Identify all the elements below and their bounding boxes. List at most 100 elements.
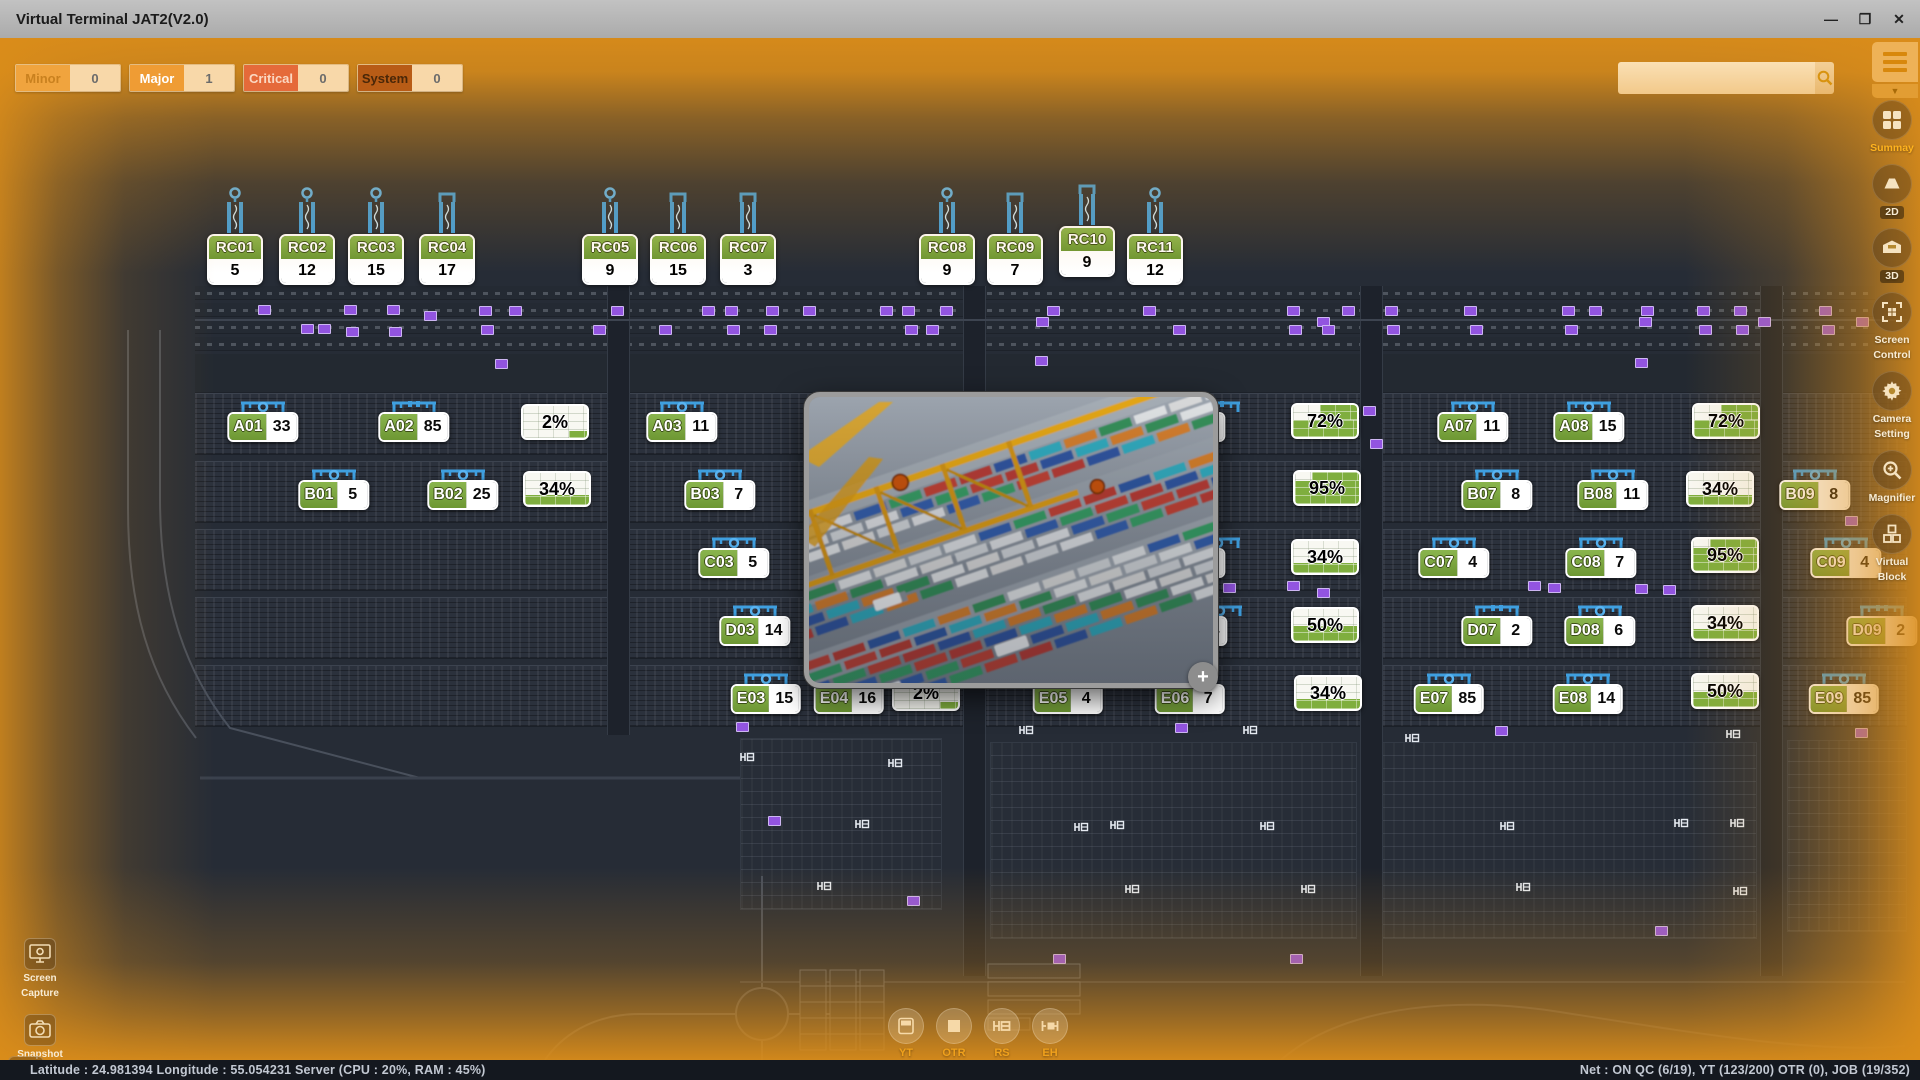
block-badge-B09[interactable]: B098 xyxy=(1779,480,1850,510)
truck-marker xyxy=(1385,306,1398,316)
block-badge-B03[interactable]: B037 xyxy=(684,480,755,510)
left-tool-snapshot-button[interactable] xyxy=(24,1014,56,1046)
block-id-label: B09 xyxy=(1781,482,1818,508)
screen-control-icon xyxy=(1880,300,1904,324)
block-badge-A01[interactable]: A0133 xyxy=(227,412,298,442)
close-button[interactable]: ✕ xyxy=(1884,6,1914,32)
block-badge-E04[interactable]: E0416 xyxy=(814,684,884,714)
occupancy-badge[interactable]: 50% xyxy=(1691,673,1759,709)
truck-marker xyxy=(1663,585,1676,595)
truck-marker xyxy=(940,306,953,316)
block-badge-D08[interactable]: D086 xyxy=(1564,616,1635,646)
rc-crane-RC01[interactable]: RC015 xyxy=(207,186,263,285)
toolbar-item-eh[interactable]: EH xyxy=(1030,1008,1070,1059)
title-bar: Virtual Terminal JAT2(V2.0) — ❐ ✕ xyxy=(0,0,1920,38)
occupancy-badge[interactable]: 95% xyxy=(1293,470,1361,506)
popup-zoom-button[interactable]: + xyxy=(1188,662,1218,692)
sidebar-item-magnifier[interactable]: Magnifier xyxy=(1869,450,1916,505)
toolbar-item-rs[interactable]: RS xyxy=(982,1008,1022,1059)
occupancy-badge[interactable]: 72% xyxy=(1692,403,1760,439)
occupancy-badge[interactable]: 34% xyxy=(1294,675,1362,711)
block-id-label: B08 xyxy=(1579,482,1616,508)
search-button[interactable] xyxy=(1815,62,1834,94)
toolbar-item-otr[interactable]: OTR xyxy=(934,1008,974,1059)
alarm-minor[interactable]: Minor0 xyxy=(15,64,121,92)
block-badge-C03[interactable]: C035 xyxy=(698,548,769,578)
maximize-button[interactable]: ❐ xyxy=(1850,6,1880,32)
block-badge-A02[interactable]: A0285 xyxy=(378,412,449,442)
block-badge-B08[interactable]: B0811 xyxy=(1577,480,1648,510)
block-count: 7 xyxy=(724,482,754,508)
sidebar-item-2d[interactable]: 2D xyxy=(1872,164,1912,219)
occupancy-badge[interactable]: 34% xyxy=(523,471,591,507)
quay-crane-icon xyxy=(658,186,698,234)
minimize-button[interactable]: — xyxy=(1816,6,1846,32)
menu-collapse-button[interactable]: ▼ xyxy=(1872,84,1918,98)
rc-crane-RC08[interactable]: RC089 xyxy=(919,186,975,285)
alarm-system[interactable]: System0 xyxy=(357,64,463,92)
block-badge-A07[interactable]: A0711 xyxy=(1437,412,1508,442)
occupancy-percent: 34% xyxy=(1688,473,1752,505)
occupancy-badge[interactable]: 2% xyxy=(521,404,589,440)
block-badge-B01[interactable]: B015 xyxy=(298,480,369,510)
truck-marker xyxy=(1697,306,1710,316)
camera-popup[interactable] xyxy=(804,392,1218,688)
block-badge-C07[interactable]: C074 xyxy=(1418,548,1489,578)
block-badge-E09[interactable]: E0985 xyxy=(1809,684,1879,714)
occupancy-badge[interactable]: 34% xyxy=(1291,539,1359,575)
block-badge-E06[interactable]: E067 xyxy=(1155,684,1225,714)
occupancy-badge[interactable]: 34% xyxy=(1691,605,1759,641)
block-badge-E07[interactable]: E0785 xyxy=(1414,684,1484,714)
toolbar-item-yt[interactable]: YT xyxy=(886,1008,926,1059)
rc-crane-RC09[interactable]: RC097 xyxy=(987,186,1043,285)
rc-crane-RC11[interactable]: RC1112 xyxy=(1127,186,1183,285)
left-tool-screen-capture-button[interactable] xyxy=(24,938,56,970)
sidebar-item-label: Block xyxy=(1878,571,1907,584)
block-badge-B02[interactable]: B0225 xyxy=(427,480,498,510)
block-badge-B07[interactable]: B078 xyxy=(1461,480,1532,510)
block-badge-E03[interactable]: E0315 xyxy=(731,684,801,714)
rc-badge: RC059 xyxy=(582,234,638,285)
rc-crane-RC03[interactable]: RC0315 xyxy=(348,186,404,285)
rc-id-label: RC08 xyxy=(921,236,973,259)
occupancy-badge[interactable]: 95% xyxy=(1691,537,1759,573)
block-id-label: D09 xyxy=(1848,618,1885,644)
rc-crane-RC04[interactable]: RC0417 xyxy=(419,186,475,285)
rc-crane-RC07[interactable]: RC073 xyxy=(720,186,776,285)
rc-crane-RC02[interactable]: RC0212 xyxy=(279,186,335,285)
rc-badge: RC0417 xyxy=(419,234,475,285)
rc-crane-RC06[interactable]: RC0615 xyxy=(650,186,706,285)
2d-icon xyxy=(1880,172,1904,196)
otr-truck-icon xyxy=(943,1015,965,1037)
toolbar-label: YT xyxy=(899,1047,913,1059)
sidebar-item-label: Control xyxy=(1873,349,1910,362)
sidebar-item-label: Screen xyxy=(1874,334,1909,347)
block-count: 6 xyxy=(1604,618,1634,644)
rc-crane-RC10[interactable]: RC109 xyxy=(1059,178,1115,277)
block-badge-E05[interactable]: E054 xyxy=(1033,684,1103,714)
truck-marker xyxy=(1758,317,1771,327)
alarm-major[interactable]: Major1 xyxy=(129,64,235,92)
search-input[interactable] xyxy=(1618,62,1815,94)
block-badge-E08[interactable]: E0814 xyxy=(1553,684,1623,714)
block-id-label: E09 xyxy=(1811,686,1847,712)
sidebar-item-summary[interactable]: Summay xyxy=(1870,100,1914,155)
block-badge-A03[interactable]: A0311 xyxy=(646,412,717,442)
occupancy-badge[interactable]: 72% xyxy=(1291,403,1359,439)
alarm-critical[interactable]: Critical0 xyxy=(243,64,349,92)
block-count: 7 xyxy=(1605,550,1635,576)
occupancy-badge[interactable]: 34% xyxy=(1686,471,1754,507)
block-badge-C08[interactable]: C087 xyxy=(1565,548,1636,578)
block-badge-D09[interactable]: D092 xyxy=(1846,616,1917,646)
sidebar-item-screen-control[interactable]: Screen Control xyxy=(1872,292,1912,362)
sidebar-item-camera-setting[interactable]: CameraSetting xyxy=(1872,371,1912,441)
sidebar-item-virtual-block[interactable]: VirtualBlock xyxy=(1872,514,1912,584)
block-badge-D03[interactable]: D0314 xyxy=(719,616,790,646)
block-badge-D07[interactable]: D072 xyxy=(1461,616,1532,646)
reach-stacker-icon xyxy=(991,1015,1013,1037)
block-badge-A08[interactable]: A0815 xyxy=(1553,412,1624,442)
menu-button[interactable] xyxy=(1872,42,1918,82)
sidebar-item-3d[interactable]: 3D xyxy=(1872,228,1912,283)
occupancy-badge[interactable]: 50% xyxy=(1291,607,1359,643)
rc-crane-RC05[interactable]: RC059 xyxy=(582,186,638,285)
